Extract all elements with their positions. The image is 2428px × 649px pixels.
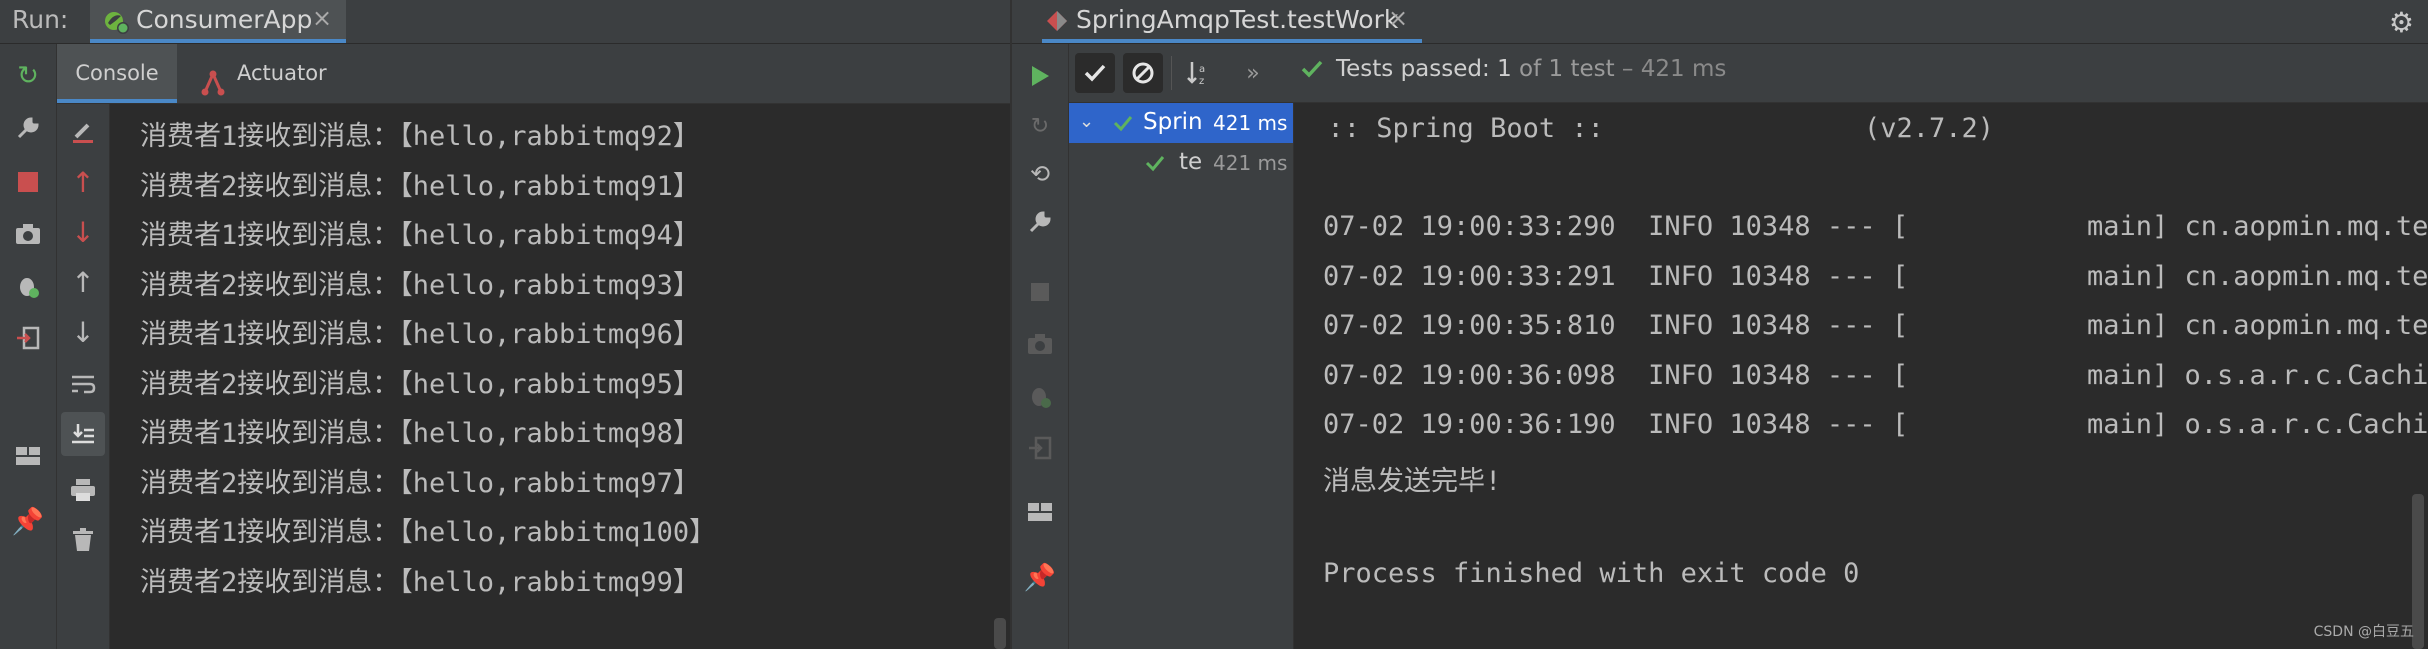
toolbar-separator [1171, 56, 1172, 90]
output-line: 07-02 19:00:36:190 INFO 10348 --- [ main… [1323, 409, 2428, 440]
tab-actuator[interactable]: Actuator [197, 44, 367, 103]
test-diamond-icon [1044, 8, 1070, 38]
tab-console[interactable]: Console [57, 44, 177, 103]
left-action-gutter: ↻ 📌 [0, 44, 57, 649]
down-arrow-red-icon[interactable]: ↓ [63, 212, 103, 252]
pin-icon[interactable]: 📌 [8, 502, 48, 542]
left-scrollbar[interactable] [990, 104, 1010, 649]
output-line: 07-02 19:00:33:290 INFO 10348 --- [ main… [1323, 211, 2428, 242]
trash-icon[interactable] [63, 520, 103, 560]
wrench-icon[interactable] [8, 108, 48, 148]
left-scrollbar-thumb[interactable] [994, 618, 1006, 649]
stop-icon[interactable] [8, 162, 48, 202]
tab-springamqptest-label: SpringAmqpTest.testWork [1076, 5, 1399, 34]
tab-springamqptest[interactable]: SpringAmqpTest.testWork × [1042, 0, 1422, 43]
tab-actuator-label: Actuator [237, 61, 327, 85]
test-toolbar: az » Tests passed: 1 of 1 test – 421 ms [1069, 44, 2428, 103]
console-line: 消费者2接收到消息：【hello,rabbitmq95】 [140, 369, 700, 400]
output-line: 07-02 19:00:36:098 INFO 10348 --- [ main… [1323, 360, 2428, 391]
debug-bug-icon[interactable] [8, 266, 48, 306]
output-line: 消息发送完毕! [1323, 466, 1502, 497]
tab-consumerapp-label: ConsumerApp [136, 5, 313, 34]
stop-disabled-icon[interactable] [1020, 272, 1060, 312]
clear-pen-icon[interactable] [63, 112, 103, 152]
tab-console-label: Console [75, 61, 159, 85]
console-line: 消费者1接收到消息：【hello,rabbitmq98】 [140, 418, 700, 449]
tree-node-name: Spring [1143, 109, 1203, 135]
console-line: 消费者2接收到消息：【hello,rabbitmq91】 [140, 171, 700, 202]
console-output[interactable]: 消费者1接收到消息：【hello,rabbitmq92】 消费者2接收到消息：【… [110, 104, 990, 649]
svg-text:z: z [1199, 76, 1204, 87]
close-icon[interactable]: × [1388, 4, 1408, 32]
toggle-auto-test-icon[interactable]: ⟲ [1020, 154, 1060, 194]
console-line: 消费者1接收到消息：【hello,rabbitmq96】 [140, 319, 700, 350]
test-tree: ⌄ Spring 421 ms tes 421 ms [1069, 103, 1294, 649]
up-arrow-red-icon[interactable]: ↑ [63, 162, 103, 202]
passed-check-icon [1145, 153, 1165, 177]
pin-icon[interactable]: 📌 [1020, 558, 1060, 598]
test-status: Tests passed: 1 of 1 test – 421 ms [1336, 56, 1726, 82]
output-line: :: Spring Boot :: (v2.7.2) [1295, 113, 1994, 144]
wrench-icon[interactable] [1020, 202, 1060, 242]
camera-icon[interactable] [8, 214, 48, 254]
watermark: CSDN @白豆五 [2313, 624, 2414, 640]
sort-alpha-icon[interactable]: az [1179, 53, 1219, 93]
console-line: 消费者2接收到消息：【hello,rabbitmq99】 [140, 567, 700, 598]
output-line: 07-02 19:00:35:810 INFO 10348 --- [ main… [1323, 310, 2428, 341]
soft-wrap-icon[interactable] [63, 364, 103, 404]
down-arrow-icon[interactable]: ↓ [63, 312, 103, 352]
output-line: 07-02 19:00:33:291 INFO 10348 --- [ main… [1323, 261, 2428, 292]
show-passed-toggle[interactable] [1075, 53, 1115, 93]
test-action-gutter: ↻ ⟲ 📌 [1012, 44, 1069, 649]
console-action-gutter: ↑ ↓ ↑ ↓ [57, 104, 110, 649]
console-line: 消费者1接收到消息：【hello,rabbitmq92】 [140, 121, 700, 152]
run-tab-bar: Run: ConsumerApp × SpringAmqpTest.testWo… [0, 0, 2428, 44]
exit-icon[interactable] [8, 318, 48, 358]
rerun-failed-icon[interactable]: ↻ [1020, 106, 1060, 146]
console-line: 消费者2接收到消息：【hello,rabbitmq97】 [140, 468, 700, 499]
tree-node-time: 421 ms [1213, 111, 1288, 135]
tests-duration: – 421 ms [1621, 56, 1727, 82]
up-arrow-icon[interactable]: ↑ [63, 262, 103, 302]
passed-check-icon [1113, 113, 1133, 137]
test-output-console[interactable]: :: Spring Boot :: (v2.7.2) 07-02 19:00:3… [1294, 103, 2428, 649]
gear-icon[interactable]: ⚙ [2389, 6, 2414, 39]
print-icon[interactable] [63, 470, 103, 510]
tree-row[interactable]: tes 421 ms [1069, 143, 1293, 183]
passed-check-icon [1301, 58, 1323, 84]
chevron-down-icon[interactable]: ⌄ [1079, 111, 1094, 132]
scroll-to-end-icon[interactable] [61, 412, 105, 456]
console-line: 消费者1接收到消息：【hello,rabbitmq100】 [140, 517, 717, 548]
layout-icon[interactable] [8, 436, 48, 476]
console-line: 消费者2接收到消息：【hello,rabbitmq93】 [140, 270, 700, 301]
tab-consumerapp[interactable]: ConsumerApp × [90, 0, 346, 43]
tests-total: of 1 test [1519, 56, 1615, 82]
close-icon[interactable]: × [312, 4, 332, 32]
console-line: 消费者1接收到消息：【hello,rabbitmq94】 [140, 220, 700, 251]
show-ignored-toggle[interactable] [1123, 53, 1163, 93]
debug-bug-icon[interactable] [1020, 376, 1060, 416]
play-icon[interactable] [1020, 56, 1060, 96]
layout-icon[interactable] [1020, 492, 1060, 532]
tree-row-selected[interactable]: ⌄ Spring 421 ms [1069, 103, 1293, 143]
tree-node-name: tes [1179, 149, 1203, 175]
run-label: Run: [12, 5, 69, 34]
rerun-icon[interactable]: ↻ [8, 56, 48, 96]
tests-passed-label: Tests passed: [1336, 56, 1490, 82]
tests-passed-count: 1 [1497, 56, 1512, 82]
left-subtab-bar: Console Actuator [57, 44, 1010, 104]
spring-boot-icon [102, 7, 130, 39]
exit-icon[interactable] [1020, 428, 1060, 468]
tree-node-time: 421 ms [1213, 151, 1288, 175]
svg-text:a: a [1199, 64, 1205, 75]
output-line: Process finished with exit code 0 [1323, 558, 1860, 589]
camera-icon[interactable] [1020, 324, 1060, 364]
more-actions-icon[interactable]: » [1233, 53, 1273, 93]
